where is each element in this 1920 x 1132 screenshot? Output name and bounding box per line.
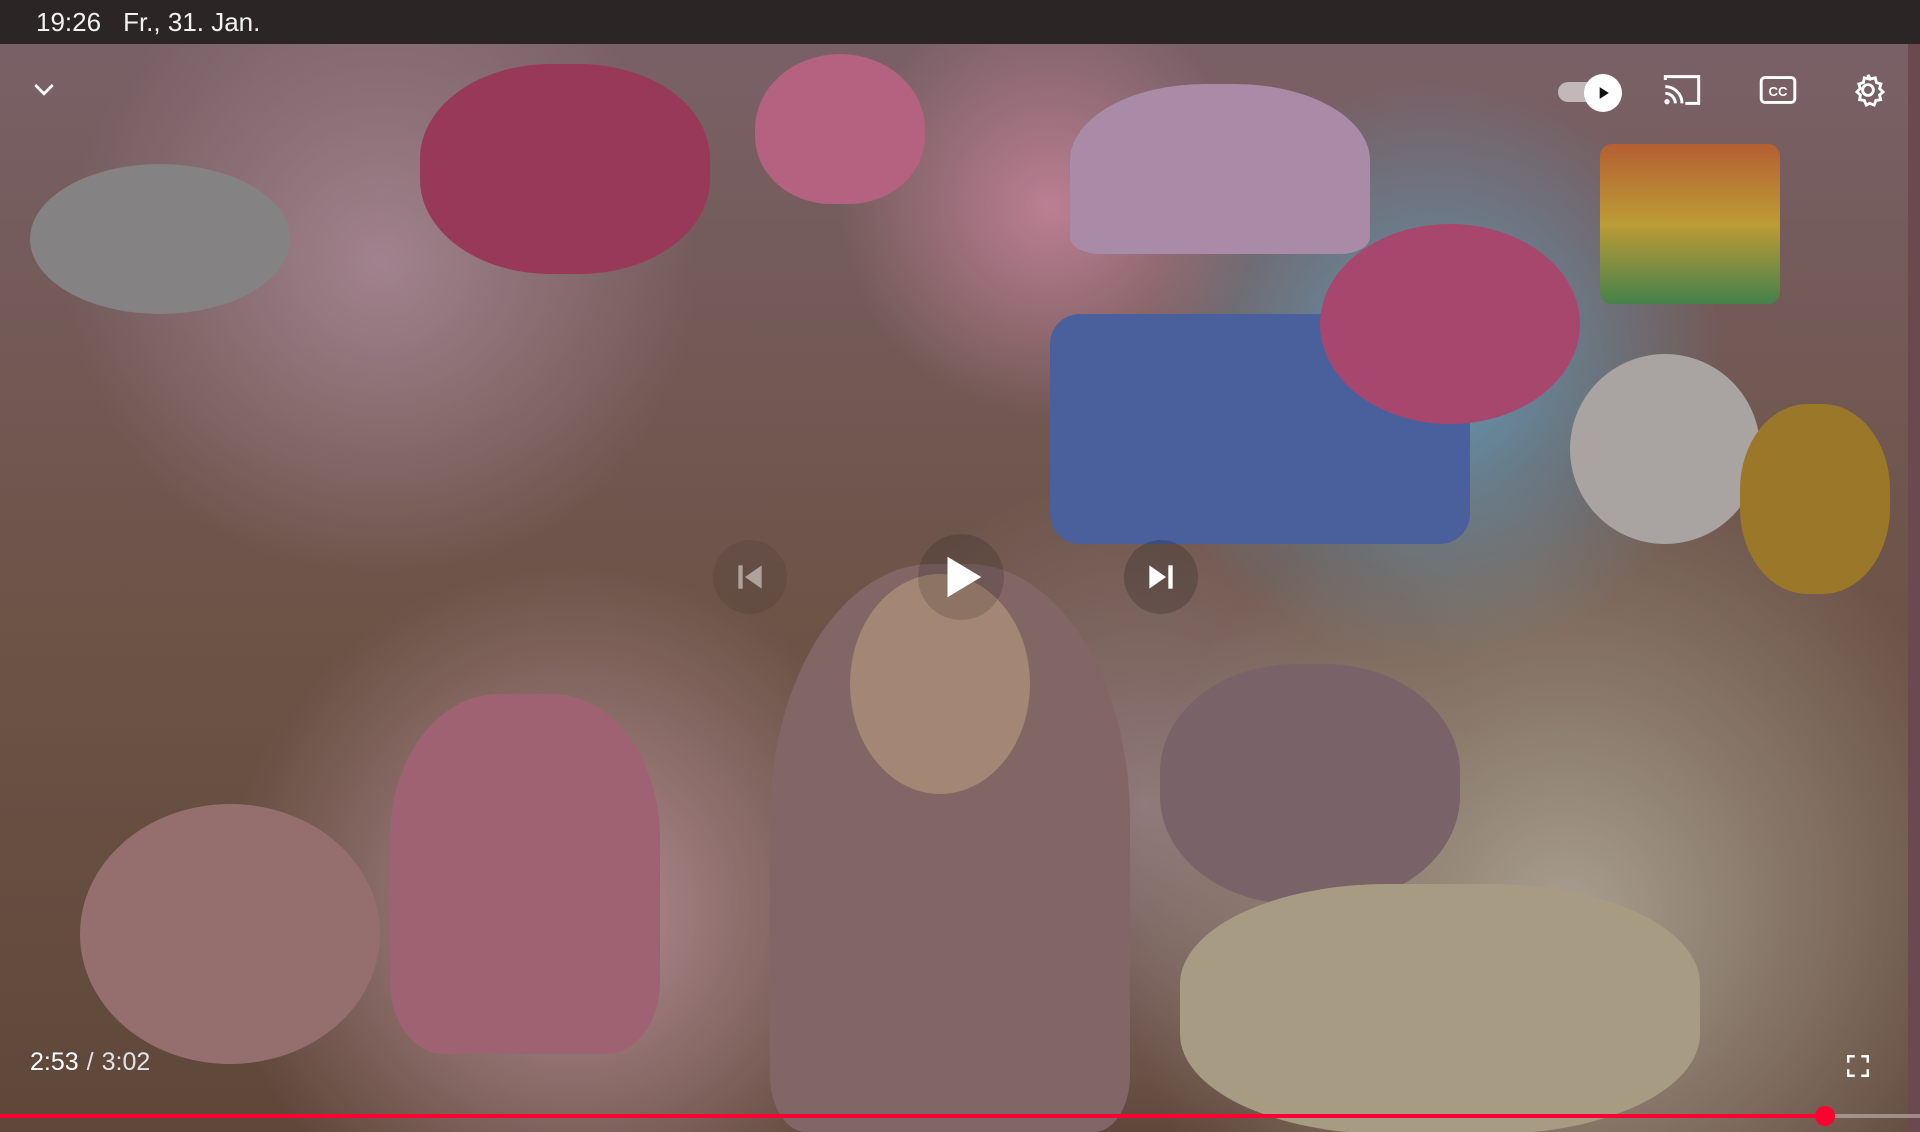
tiled-platform-decoration [1050, 314, 1470, 544]
rainbow-pit-decoration [1180, 884, 1700, 1132]
captions-button[interactable]: CC [1752, 66, 1804, 114]
flower-bouquet-decoration [420, 64, 710, 274]
status-time: 19:26 [36, 6, 102, 37]
gold-vase-decoration [1740, 404, 1890, 594]
current-time: 2:53 [30, 1048, 79, 1076]
flag-decoration [1600, 144, 1780, 304]
video-right-edge [1908, 44, 1920, 1132]
progress-bar[interactable] [0, 1106, 1920, 1126]
next-button[interactable] [1124, 540, 1198, 614]
svg-text:CC: CC [1769, 84, 1788, 99]
cast-button[interactable] [1656, 66, 1708, 114]
time-separator: / [86, 1048, 94, 1076]
chocolate-cake-decoration [390, 694, 660, 1054]
cc-icon: CC [1759, 76, 1797, 104]
rooster-decoration [1570, 354, 1760, 544]
collapse-button[interactable] [20, 66, 68, 114]
play-button[interactable] [918, 534, 1004, 620]
autoplay-knob [1584, 74, 1622, 112]
video-duration: 3:02 [101, 1048, 151, 1076]
heart-balloons-decoration [1320, 224, 1580, 424]
gear-icon [1854, 74, 1886, 108]
play-icon [947, 556, 982, 598]
video-player[interactable]: CC 2:53 / 3:02 [0, 44, 1920, 1132]
fullscreen-button[interactable] [1836, 1044, 1880, 1088]
rainbow-cart-decoration [1070, 84, 1370, 254]
stone-turtle-decoration [30, 164, 290, 314]
settings-button[interactable] [1842, 64, 1894, 116]
skip-next-icon [1149, 565, 1173, 589]
previous-button[interactable] [713, 540, 787, 614]
chevron-down-icon [34, 84, 54, 96]
heart-balloon-decoration [755, 54, 925, 204]
progress-played [0, 1114, 1825, 1118]
presenter [770, 564, 1130, 1132]
sweet-stand-decoration [80, 804, 380, 1064]
fullscreen-icon [1847, 1055, 1869, 1077]
time-display: 2:53 / 3:02 [30, 1048, 150, 1077]
status-bar: 19:26 Fr., 31. Jan. [0, 0, 1920, 44]
autoplay-toggle[interactable] [1552, 66, 1624, 114]
skip-previous-icon [738, 565, 762, 589]
cast-icon [1663, 75, 1701, 105]
play-icon [1599, 87, 1609, 99]
progress-scrubber[interactable] [1814, 1106, 1835, 1126]
status-date: Fr., 31. Jan. [123, 6, 261, 37]
teddy-bear-table-decoration [1160, 664, 1460, 904]
